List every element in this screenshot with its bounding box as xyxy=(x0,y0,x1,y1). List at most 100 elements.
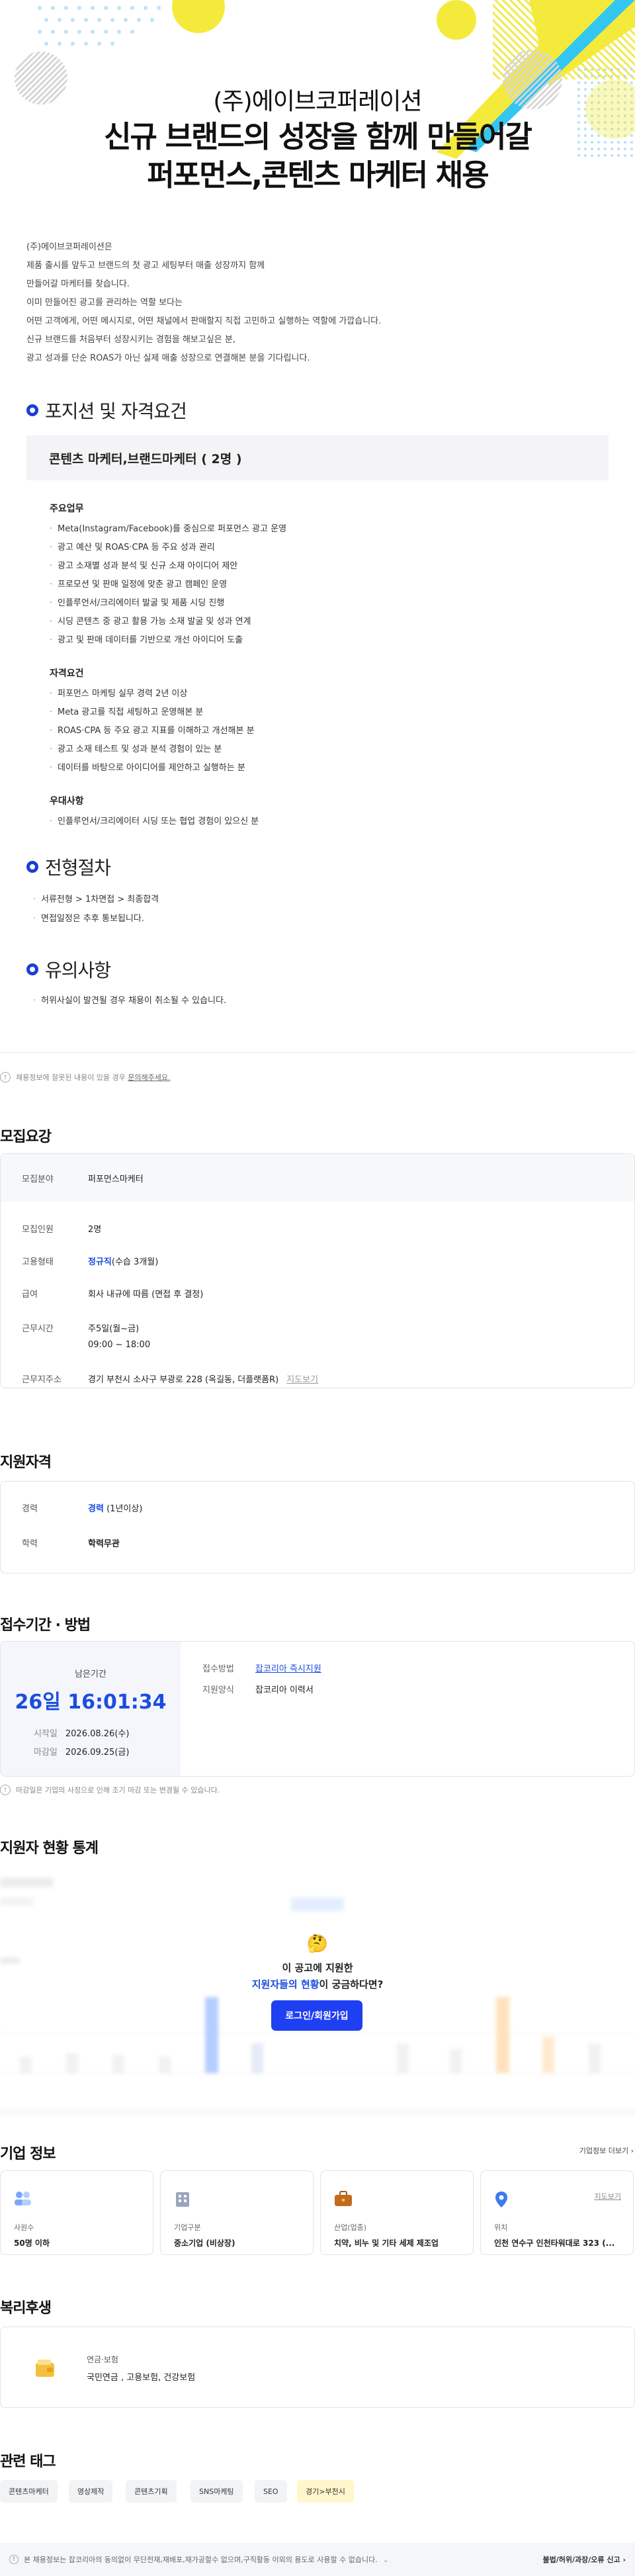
role-title: 콘텐츠 마케터,브랜드마케터 ( 2명 ) xyxy=(49,451,242,466)
summary-title: 모집요강 xyxy=(0,1129,52,1145)
report-button[interactable]: 불법/허위/과장/오류 신고 › xyxy=(543,2554,626,2565)
list-item: ROAS·CPA 등 주요 광고 지표를 이해하고 개선해본 분 xyxy=(50,722,255,740)
info-icon: ! xyxy=(0,1072,11,1083)
apply-method-link[interactable]: 잡코리아 즉시지원 xyxy=(255,1662,321,1674)
list-item: Meta(Instagram/Facebook)를 중심으로 퍼포먼스 광고 운… xyxy=(50,520,286,539)
summary-row-field: 모집분야 퍼포먼스마케터 xyxy=(22,1175,144,1184)
list-item: 프로모션 및 판매 일정에 맞춘 광고 캠페인 운영 xyxy=(50,576,286,594)
qual-row-career: 경력 경력 (1년이상) xyxy=(22,1504,143,1514)
blurred-stats-chart xyxy=(0,1878,635,2115)
summary-row-address: 근무지주소 경기 부천시 소사구 부광로 228 (옥길동, 더플랫폼R) 지도… xyxy=(22,1372,318,1385)
headline: 신규 브랜드의 성장을 함께 만들어갈 퍼포먼스,콘텐츠 마케터 채용 xyxy=(0,118,635,195)
apply-method-row: 접수방법 잡코리아 즉시지원 xyxy=(202,1662,321,1674)
company-name: (주)에이브코퍼레이션 xyxy=(213,88,422,115)
briefcase-icon xyxy=(335,2191,352,2206)
end-date: 마감일 2026.09.25(금) xyxy=(34,1748,130,1757)
building-icon xyxy=(176,2192,189,2207)
intro-line: (주)에이브코퍼레이션은 xyxy=(26,242,112,252)
thinking-emoji-icon: 🤔 xyxy=(306,1934,329,1954)
list-item: Meta 광고를 직접 세팅하고 운영해본 분 xyxy=(50,703,255,722)
map-link[interactable]: 지도보기 xyxy=(286,1372,318,1385)
list-item: 데이터를 바탕으로 아이디어를 제안하고 실행하는 분 xyxy=(50,759,255,777)
qualification-title: 지원자격 xyxy=(0,1454,52,1471)
qualification-card: 경력 경력 (1년이상) 학력 학력무관 xyxy=(0,1481,635,1574)
deadline-notice: ! 마감일은 기업의 사정으로 인해 조기 마감 또는 변경될 수 있습니다. xyxy=(0,1785,220,1795)
login-signup-button[interactable]: 로그인/회원가입 xyxy=(271,2000,362,2031)
process-heading: 전형절차 xyxy=(26,854,111,880)
people-icon xyxy=(15,2192,31,2205)
card-value: 인천 연수구 인천타워대로 323 (... xyxy=(494,2239,615,2248)
job-banner: (주)에이브코퍼레이션 신규 브랜드의 성장을 함께 만들어갈 퍼포먼스,콘텐츠… xyxy=(0,0,635,218)
bullet-ring-icon xyxy=(26,404,38,416)
pin-icon xyxy=(495,2192,507,2207)
intro-line: 만들어갈 마케터를 찾습니다. xyxy=(26,279,130,289)
list-item: 시딩 콘텐츠 중 광고 활용 가능 소재 발굴 및 성과 연계 xyxy=(50,613,286,631)
intro-line: 신규 브랜드를 처음부터 성장시키는 경험을 해보고싶은 분, xyxy=(26,335,235,345)
welfare-card: 연금·보험 국민연금 , 고용보험, 건강보험 xyxy=(0,2327,635,2408)
list-item: 광고 소재별 성과 분석 및 신규 소재 아이디어 제안 xyxy=(50,557,286,576)
list-item: 퍼포먼스 마케팅 실무 경력 2년 이상 xyxy=(50,685,255,703)
info-icon: ! xyxy=(9,2555,19,2564)
duties-block: 주요업무 Meta(Instagram/Facebook)를 중심으로 퍼포먼스… xyxy=(50,502,286,650)
tags-title: 관련 태그 xyxy=(0,2454,56,2470)
card-value: 치약, 비누 및 기타 세제 제조업 xyxy=(334,2239,439,2248)
list-item: 인플루언서/크리에이터 발굴 및 제품 시딩 진행 xyxy=(50,594,286,613)
card-label: 기업구분 xyxy=(174,2223,201,2232)
summary-row-hours: 근무시간 주5일(월~금) 09:00 ~ 18:00 xyxy=(22,1324,151,1350)
welfare-title: 복리후생 xyxy=(0,2300,52,2317)
headline-line-2: 퍼포먼스,콘텐츠 마케터 채용 xyxy=(147,157,489,193)
intro-text: (주)에이브코퍼레이션은 제품 출시를 앞두고 브랜드의 첫 광고 세팅부터 매… xyxy=(26,238,609,368)
prefs-block: 우대사항 인플루언서/크리에이터 시딩 또는 협업 경험이 있으신 분 xyxy=(50,794,259,831)
list-item: 서류전형 > 1차면접 > 최종합격 xyxy=(33,890,159,909)
stats-question-2: 지원자들의 현황이 궁금하다면? xyxy=(251,1978,384,1990)
stats-question-1: 이 공고에 지원한 xyxy=(282,1962,353,1974)
info-icon: ! xyxy=(0,1785,11,1795)
list-item: 인플루언서/크리에이터 시딩 또는 협업 경험이 있으신 분 xyxy=(50,813,259,831)
welfare-category: 연금·보험 xyxy=(87,2355,118,2364)
tag[interactable]: 콘텐츠기획 xyxy=(126,2480,177,2503)
chevron-down-icon[interactable]: ⌄ xyxy=(383,2555,389,2564)
card-label: 위치 xyxy=(494,2223,508,2232)
tag[interactable]: 영상제작 xyxy=(69,2480,113,2503)
card-value: 50명 이하 xyxy=(14,2239,50,2248)
location-map-link[interactable]: 지도보기 xyxy=(595,2191,621,2201)
prefs-title: 우대사항 xyxy=(50,796,84,807)
intro-line: 이미 만들어진 광고를 관리하는 역할 보다는 xyxy=(26,298,183,308)
tag[interactable]: SEO xyxy=(255,2480,287,2503)
quals-block: 자격요건 퍼포먼스 마케팅 실무 경력 2년 이상 Meta 광고를 직접 세팅… xyxy=(50,666,255,777)
company-more-link[interactable]: 기업정보 더보기 › xyxy=(579,2145,634,2156)
process-list: 서류전형 > 1차면접 > 최종합격 면접일정은 추후 통보됩니다. xyxy=(33,890,159,928)
card-label: 사원수 xyxy=(14,2223,34,2232)
intro-line: 어떤 고객에게, 어떤 메시지로, 어떤 채널에서 판매할지 직접 고민하고 실… xyxy=(26,316,382,326)
list-item: 광고 및 판매 데이터를 기반으로 개선 아이디어 도출 xyxy=(50,631,286,650)
role-title-box: 콘텐츠 마케터,브랜드마케터 ( 2명 ) xyxy=(26,435,609,480)
card-label: 산업(업종) xyxy=(334,2223,367,2232)
start-date: 시작일 2026.08.26(수) xyxy=(34,1729,130,1739)
company-title: 기업 정보 xyxy=(0,2146,56,2162)
welfare-items: 국민연금 , 고용보험, 건강보험 xyxy=(87,2373,196,2383)
list-item: 허위사실이 발견될 경우 채용이 취소될 수 있습니다. xyxy=(33,991,226,1010)
tag[interactable]: 경기>부천시 xyxy=(297,2480,354,2503)
bullet-ring-icon xyxy=(26,861,38,873)
caution-list: 허위사실이 발견될 경우 채용이 취소될 수 있습니다. xyxy=(33,991,226,1010)
qual-row-education: 학력 학력무관 xyxy=(22,1539,120,1549)
summary-card: 모집분야 퍼포먼스마케터 모집인원 2명 고용형태 정규직(수습 3개월) 급여 회사… xyxy=(0,1153,635,1388)
positions-heading: 포지션 및 자격요건 xyxy=(26,397,187,423)
deadline-box: 남은기간 26일 16:01:34 시작일 2026.08.26(수) 마감일 20… xyxy=(1,1642,181,1776)
remain-label: 남은기간 xyxy=(75,1669,106,1679)
tag[interactable]: 콘텐츠마케터 xyxy=(0,2480,58,2503)
company-card-type: 기업구분 중소기업 (비상장) xyxy=(160,2170,314,2255)
stats-title: 지원자 현황 통계 xyxy=(0,1840,99,1857)
remain-time: 26일 16:01:34 xyxy=(15,1691,167,1714)
card-value: 중소기업 (비상장) xyxy=(174,2239,235,2248)
summary-row-count: 모집인원 2명 xyxy=(22,1225,102,1235)
quals-title: 자격요건 xyxy=(50,668,84,679)
list-item: 광고 소재 테스트 및 성과 분석 경험이 있는 분 xyxy=(50,740,255,759)
list-item: 광고 예산 및 ROAS·CPA 등 주요 성과 관리 xyxy=(50,539,286,557)
tag[interactable]: SNS마케팅 xyxy=(190,2480,243,2503)
report-link[interactable]: 문의해주세요. xyxy=(128,1072,170,1083)
company-card-employees: 사원수 50명 이하 xyxy=(0,2170,153,2255)
caution-heading: 유의사항 xyxy=(26,956,111,983)
report-notice: ! 채용정보에 잘못된 내용이 있을 경우 문의해주세요. xyxy=(0,1072,171,1083)
stats-panel: 🤔 이 공고에 지원한 지원자들의 현황이 궁금하다면? xyxy=(0,1858,635,2129)
